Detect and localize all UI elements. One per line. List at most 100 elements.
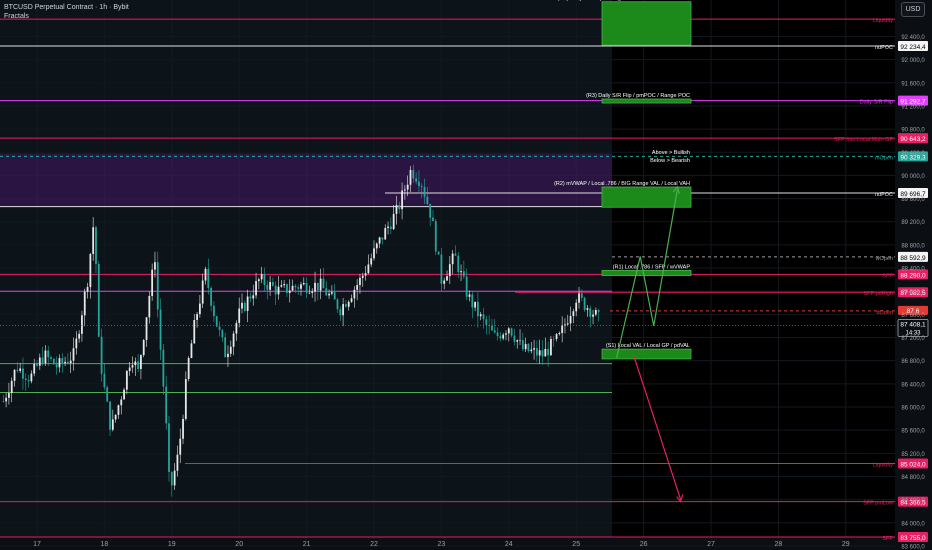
candle-body — [502, 334, 505, 339]
candle-body — [395, 205, 398, 214]
candle-body — [370, 258, 373, 265]
candle-body — [580, 293, 583, 298]
candle-body — [229, 346, 232, 354]
candle-body — [406, 184, 409, 190]
zone-label: (R4) Daily S/R Flip / Range POC / Local … — [558, 0, 690, 2]
candle-body — [173, 470, 176, 486]
candle-body — [597, 310, 600, 312]
price-chart[interactable]: Liquidity ndPOC 92 234,4 Daily S/R Flip 91 2… — [0, 0, 932, 550]
candle-body — [336, 299, 339, 310]
candle-body — [109, 401, 111, 430]
candle-body — [50, 357, 52, 359]
y-tick-label: 84 000,0 — [901, 521, 925, 527]
candle-body — [140, 355, 142, 369]
candle-body — [521, 340, 524, 350]
candle-body — [196, 314, 198, 320]
candle-body — [260, 273, 263, 280]
x-tick-label: 21 — [303, 541, 311, 548]
candle-body — [165, 386, 168, 424]
zone-label: (R2) mVWAP / Local .786 / BIG Range VAL … — [554, 181, 690, 187]
candle-body — [353, 289, 356, 299]
candle-body — [535, 348, 538, 356]
candle-body — [443, 280, 446, 284]
candle-body — [227, 353, 229, 358]
candle-body — [193, 319, 196, 344]
x-tick-label: 29 — [842, 541, 850, 548]
candle-body — [392, 213, 395, 230]
candle-body — [154, 262, 156, 270]
candle-body — [22, 368, 24, 379]
price-tag: 92 234,4 — [898, 41, 928, 52]
candle-body — [403, 189, 406, 191]
candle-body — [446, 276, 448, 281]
candle-body — [252, 295, 255, 299]
candle-body — [156, 262, 159, 310]
candle-body — [319, 278, 322, 291]
price-tag-text: 88 592,9 — [900, 255, 926, 262]
candle-body — [325, 288, 328, 296]
candle-body — [272, 282, 274, 286]
y-tick-label: 90 800,0 — [901, 128, 925, 134]
candle-body — [92, 227, 95, 254]
candle-body — [378, 237, 381, 244]
currency-button[interactable]: USD — [901, 2, 925, 17]
candle-body — [294, 285, 297, 288]
candle-body — [437, 251, 440, 255]
candle-body — [277, 286, 280, 295]
candle-body — [387, 226, 389, 229]
candle-body — [151, 269, 154, 296]
candle-body — [314, 282, 316, 292]
candle-body — [137, 361, 139, 369]
candle-body — [95, 227, 97, 264]
candle-body — [505, 333, 507, 335]
candle-body — [558, 333, 561, 335]
x-tick-label: 28 — [775, 541, 783, 548]
candle-body — [448, 264, 451, 277]
candle-body — [468, 294, 471, 297]
candle-body — [345, 304, 347, 307]
y-tick-label: 88 400,0 — [901, 267, 925, 273]
candle-body — [415, 178, 418, 182]
candle-body — [401, 190, 403, 210]
candle-body — [499, 336, 502, 339]
candle-body — [420, 186, 423, 187]
candle-body — [58, 358, 61, 368]
candle-body — [72, 348, 75, 361]
candle-body — [381, 237, 384, 240]
x-tick-label: 27 — [707, 541, 715, 548]
candle-body — [19, 368, 22, 371]
x-tick-label: 17 — [33, 541, 41, 548]
candle-body — [451, 253, 454, 265]
candle-body — [255, 281, 257, 296]
candle-body — [474, 301, 476, 308]
y-tick-label: 89 600,0 — [901, 197, 925, 203]
candle-body — [190, 343, 193, 359]
candle-body — [66, 361, 69, 364]
candle-body — [333, 292, 336, 300]
candle-body — [44, 350, 47, 364]
indicator-label[interactable]: Fractals — [4, 12, 29, 21]
candle-body — [213, 305, 215, 317]
candle-body — [460, 271, 462, 273]
candle-body — [170, 471, 173, 486]
level-label: SFP — [882, 273, 893, 279]
candle-body — [555, 334, 558, 340]
candle-body — [168, 423, 170, 472]
candle-body — [592, 314, 594, 317]
candle-body — [269, 282, 271, 290]
candle-body — [280, 285, 283, 287]
zone-box — [601, 348, 692, 360]
candle-body — [311, 291, 314, 293]
candle-body — [491, 325, 493, 331]
candle-body — [117, 405, 120, 415]
price-tag-text: 83 755,0 — [900, 535, 926, 542]
price-tag-text: 85 024,0 — [900, 462, 926, 469]
x-tick-label: 18 — [101, 541, 109, 548]
candle-body — [533, 348, 535, 350]
candle-body — [27, 379, 30, 382]
candle-body — [215, 316, 218, 327]
candle-body — [257, 279, 260, 282]
candle-body — [81, 315, 83, 334]
candle-body — [530, 349, 533, 352]
candle-body — [305, 282, 308, 293]
